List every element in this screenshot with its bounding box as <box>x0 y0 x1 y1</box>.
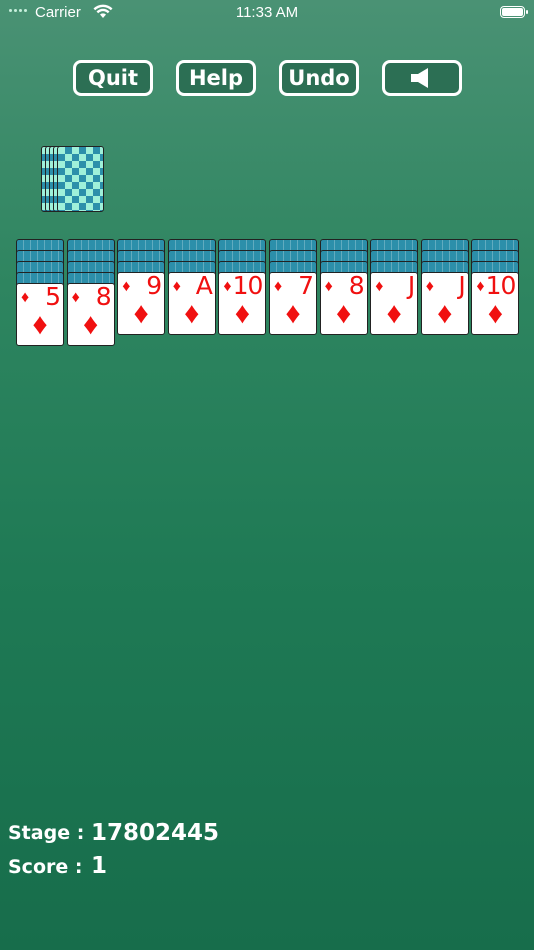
face-up-card[interactable]: ♦ 7 ♦ <box>269 271 317 335</box>
card-suit-large: ♦ <box>32 308 48 341</box>
card-rank: 8 <box>348 271 365 300</box>
stock-pile[interactable] <box>41 146 111 212</box>
face-up-card[interactable]: ♦ 8 ♦ <box>66 282 115 346</box>
clock: 11:33 AM <box>235 4 299 21</box>
card-suit-small: ♦ <box>71 289 80 306</box>
score-value: 1 <box>91 853 108 879</box>
card-suit-large: ♦ <box>386 297 402 330</box>
face-up-card[interactable]: ♦ J ♦ <box>370 271 419 335</box>
card-suit-large: ♦ <box>133 297 149 330</box>
face-up-card[interactable]: ♦ A ♦ <box>167 271 216 335</box>
face-up-card[interactable]: ♦ J ♦ <box>420 271 469 335</box>
stage-value: 17802445 <box>91 820 220 846</box>
card-suit-large: ♦ <box>285 297 301 330</box>
stage-label: Stage : <box>8 822 85 844</box>
card-rank: J <box>407 271 415 300</box>
card-suit-large: ♦ <box>234 297 251 330</box>
card-suit-large: ♦ <box>487 297 504 330</box>
card-suit-small: ♦ <box>324 278 333 295</box>
card-suit-small: ♦ <box>172 278 181 295</box>
card-rank: 9 <box>146 271 162 300</box>
score-label: Score : <box>8 856 83 878</box>
face-up-card[interactable]: ♦ 5 ♦ <box>16 282 64 346</box>
status-bar: Carrier 11:33 AM <box>0 0 534 26</box>
card-suit-small: ♦ <box>223 278 232 295</box>
card-rank: 10 <box>232 271 264 300</box>
stock-card[interactable] <box>57 146 104 212</box>
card-rank: 7 <box>298 271 314 300</box>
card-rank: 8 <box>95 282 112 311</box>
battery-icon <box>500 6 528 18</box>
card-suit-large: ♦ <box>335 297 352 330</box>
card-suit-large: ♦ <box>184 297 200 330</box>
face-up-card[interactable]: ♦ 9 ♦ <box>117 271 166 335</box>
card-rank: 5 <box>45 282 61 311</box>
help-button[interactable]: Help <box>176 60 256 96</box>
card-suit-large: ♦ <box>437 297 453 330</box>
card-suit-small: ♦ <box>21 289 30 306</box>
card-suit-small: ♦ <box>375 278 384 295</box>
face-up-card[interactable]: ♦ 10 ♦ <box>218 271 267 335</box>
card-suit-small: ♦ <box>476 278 485 295</box>
quit-button[interactable]: Quit <box>73 60 153 96</box>
card-rank: A <box>195 271 213 300</box>
card-suit-small: ♦ <box>122 278 131 295</box>
card-rank: 10 <box>485 271 517 300</box>
face-up-card[interactable]: ♦ 10 ♦ <box>471 271 520 335</box>
speaker-icon <box>411 68 428 88</box>
card-rank: J <box>458 271 465 300</box>
face-up-card[interactable]: ♦ 8 ♦ <box>319 271 368 335</box>
sound-toggle-button[interactable] <box>382 60 462 96</box>
card-suit-small: ♦ <box>425 278 434 295</box>
card-suit-small: ♦ <box>274 278 283 295</box>
card-suit-large: ♦ <box>82 308 99 341</box>
undo-button[interactable]: Undo <box>279 60 359 96</box>
